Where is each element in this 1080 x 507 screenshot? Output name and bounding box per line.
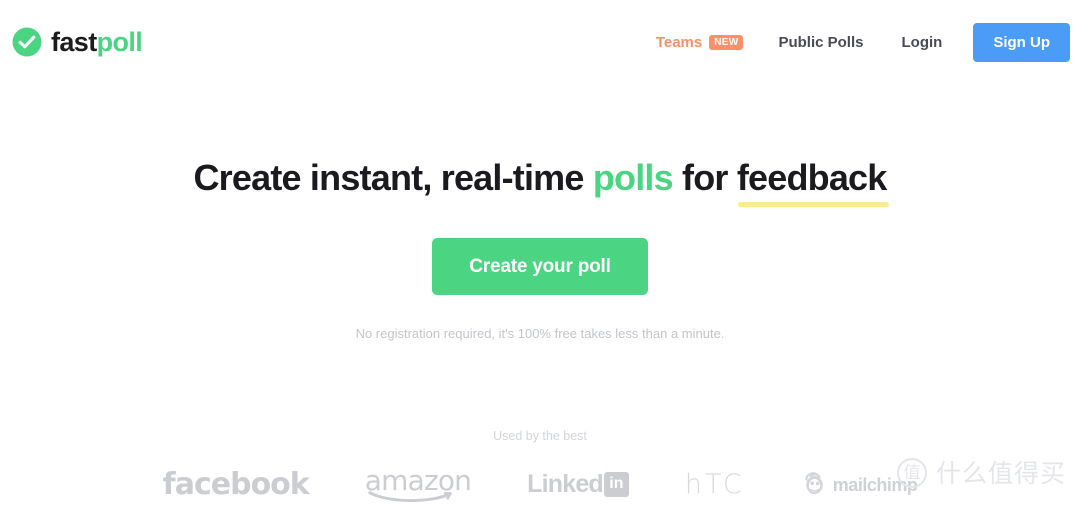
- headline-accent-word: polls: [592, 157, 674, 198]
- facebook-logo-text: facebook: [162, 467, 310, 502]
- nav-link-teams[interactable]: Teams NEW: [637, 33, 760, 51]
- hero-subtext: No registration required, it's 100% free…: [355, 326, 725, 342]
- new-badge: NEW: [709, 34, 744, 50]
- linkedin-logo: Linked in: [499, 463, 657, 507]
- site-header: fastpoll Teams NEW Public Polls Login Si…: [0, 0, 1080, 84]
- nav-link-public-polls[interactable]: Public Polls: [759, 35, 882, 50]
- htc-logo: hTC: [657, 463, 773, 507]
- linkedin-in-mark: in: [603, 472, 629, 497]
- amazon-smile-icon: [368, 491, 452, 502]
- facebook-logo: facebook: [135, 463, 337, 507]
- watermark-badge: 值: [896, 458, 927, 488]
- brand-logo[interactable]: fastpoll: [12, 26, 143, 57]
- nav-link-teams-label: Teams: [655, 33, 703, 51]
- headline-part-one: Create instant, real-time: [193, 157, 593, 198]
- check-circle-icon: [12, 27, 42, 57]
- amazon-logo-text-wrap: amazon: [365, 467, 472, 502]
- watermark-text: 什么值得买: [935, 458, 1066, 488]
- brand-word-fast: fast: [51, 26, 97, 57]
- htc-logo-text: hTC: [684, 469, 745, 500]
- site-watermark: 值 什么值得买: [896, 458, 1066, 488]
- nav-link-login[interactable]: Login: [883, 35, 962, 50]
- hero-section: Create instant, real-time polls for feed…: [0, 84, 1080, 340]
- linkedin-logo-text: Linked: [527, 470, 604, 498]
- headline-part-two: for: [672, 157, 737, 198]
- create-poll-button[interactable]: Create your poll: [432, 238, 648, 296]
- hero-headline: Create instant, real-time polls for feed…: [0, 84, 1080, 208]
- mailchimp-monkey-icon: [801, 469, 828, 501]
- main-navigation: Teams NEW Public Polls Login Sign Up: [637, 22, 1070, 62]
- hero-cta-wrapper: Create your poll: [0, 238, 1080, 296]
- signup-button[interactable]: Sign Up: [973, 22, 1070, 62]
- brand-wordmark: fastpoll: [51, 26, 143, 57]
- brand-word-poll: poll: [96, 26, 143, 57]
- social-proof-label: Used by the best: [493, 429, 587, 443]
- headline-underlined-word: feedback: [736, 157, 889, 208]
- amazon-logo: amazon: [337, 463, 499, 507]
